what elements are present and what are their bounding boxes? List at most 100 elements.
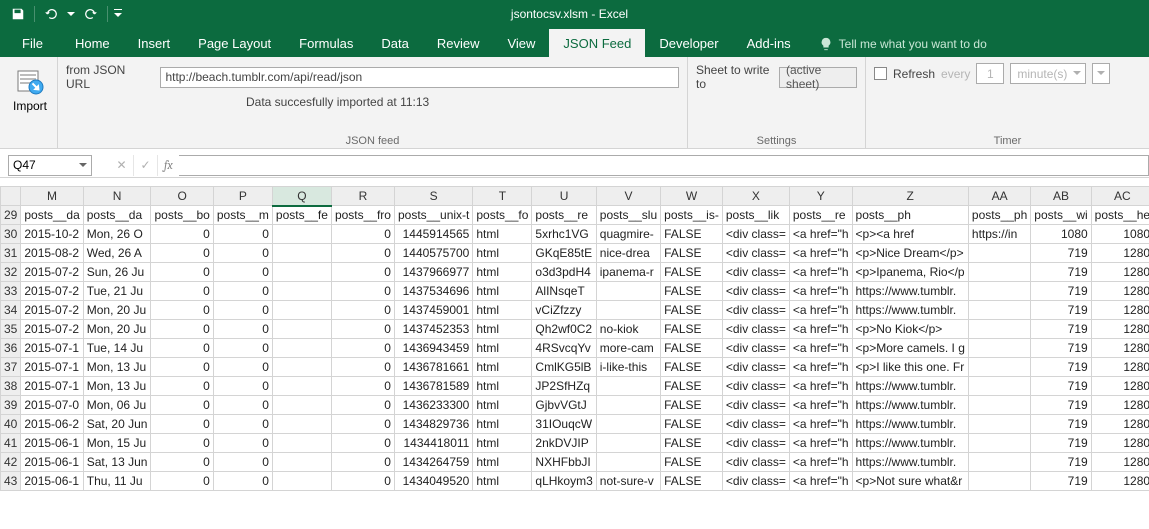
cell[interactable]: posts__lik <box>722 206 789 225</box>
cell[interactable]: posts__fe <box>272 206 331 225</box>
cell[interactable]: <div class= <box>722 339 789 358</box>
cell[interactable]: 1436233300 <box>394 396 472 415</box>
cell[interactable]: 0 <box>331 415 394 434</box>
cell[interactable]: 0 <box>151 358 213 377</box>
row-header-30[interactable]: 30 <box>1 225 21 244</box>
cell[interactable]: <p>I like this one. Fr <box>852 358 968 377</box>
cell[interactable]: Tue, 21 Ju <box>83 282 151 301</box>
cell[interactable]: <div class= <box>722 472 789 491</box>
cell[interactable]: 2nkDVJIP <box>532 434 596 453</box>
tab-add-ins[interactable]: Add-ins <box>733 29 805 57</box>
cell[interactable]: FALSE <box>661 339 723 358</box>
cell[interactable]: 1437452353 <box>394 320 472 339</box>
cell[interactable]: 0 <box>331 244 394 263</box>
cell[interactable]: 1436781589 <box>394 377 472 396</box>
cell[interactable]: 2015-07-2 <box>21 301 83 320</box>
cell[interactable]: <div class= <box>722 434 789 453</box>
cell[interactable] <box>272 282 331 301</box>
cell[interactable] <box>968 282 1030 301</box>
cell[interactable]: <p>Not sure what&r <box>852 472 968 491</box>
col-header-S[interactable]: S <box>394 187 472 206</box>
formula-input[interactable] <box>179 155 1149 176</box>
cell[interactable]: 1437966977 <box>394 263 472 282</box>
cell[interactable]: html <box>473 453 532 472</box>
cell[interactable]: <a href="h <box>789 320 852 339</box>
cell[interactable]: 0 <box>151 282 213 301</box>
cell[interactable]: FALSE <box>661 244 723 263</box>
cell[interactable]: html <box>473 472 532 491</box>
cell[interactable]: 1280 <box>1091 301 1149 320</box>
cell[interactable] <box>968 396 1030 415</box>
cell[interactable]: 719 <box>1031 415 1091 434</box>
refresh-interval-input[interactable] <box>976 63 1004 84</box>
cell[interactable]: 719 <box>1031 396 1091 415</box>
cell[interactable]: FALSE <box>661 434 723 453</box>
cell[interactable] <box>968 339 1030 358</box>
cell[interactable]: posts__m <box>213 206 272 225</box>
tab-view[interactable]: View <box>493 29 549 57</box>
cell[interactable]: <div class= <box>722 244 789 263</box>
cell[interactable]: 0 <box>151 301 213 320</box>
cell[interactable]: FALSE <box>661 282 723 301</box>
cell[interactable]: 0 <box>331 263 394 282</box>
cell[interactable]: ipanema-r <box>596 263 660 282</box>
cell[interactable]: 1280 <box>1091 244 1149 263</box>
cell[interactable]: 0 <box>213 244 272 263</box>
cell[interactable] <box>272 434 331 453</box>
cell[interactable] <box>272 301 331 320</box>
cell[interactable]: posts__re <box>532 206 596 225</box>
cell[interactable]: 0 <box>213 453 272 472</box>
cell[interactable]: <a href="h <box>789 263 852 282</box>
qat-customize-icon[interactable] <box>112 3 124 25</box>
cell[interactable]: FALSE <box>661 358 723 377</box>
cell[interactable]: <a href="h <box>789 339 852 358</box>
cell[interactable]: GKqE85tE <box>532 244 596 263</box>
cell[interactable]: <a href="h <box>789 415 852 434</box>
cell[interactable]: posts__fo <box>473 206 532 225</box>
cell[interactable]: Mon, 13 Ju <box>83 377 151 396</box>
tab-formulas[interactable]: Formulas <box>285 29 367 57</box>
save-icon[interactable] <box>6 3 30 25</box>
cell[interactable]: 0 <box>331 396 394 415</box>
cell[interactable]: html <box>473 320 532 339</box>
col-header-R[interactable]: R <box>331 187 394 206</box>
cell[interactable]: <a href="h <box>789 282 852 301</box>
row-header-35[interactable]: 35 <box>1 320 21 339</box>
cell[interactable]: Mon, 26 O <box>83 225 151 244</box>
cell[interactable]: AlINsqeT <box>532 282 596 301</box>
cell[interactable]: Sat, 20 Jun <box>83 415 151 434</box>
cell[interactable]: 31IOuqcW <box>532 415 596 434</box>
cell[interactable]: 4RSvcqYv <box>532 339 596 358</box>
cell[interactable]: FALSE <box>661 472 723 491</box>
row-header-41[interactable]: 41 <box>1 434 21 453</box>
cell[interactable] <box>596 453 660 472</box>
refresh-unit-select[interactable]: minute(s) <box>1010 63 1086 84</box>
cell[interactable]: 719 <box>1031 301 1091 320</box>
cell[interactable]: 2015-06-1 <box>21 472 83 491</box>
cell[interactable]: FALSE <box>661 320 723 339</box>
cell[interactable]: 1440575700 <box>394 244 472 263</box>
cell[interactable]: <div class= <box>722 415 789 434</box>
cell[interactable]: 2015-07-0 <box>21 396 83 415</box>
cell[interactable]: <p>More camels. I g <box>852 339 968 358</box>
cell[interactable] <box>596 434 660 453</box>
cell[interactable] <box>272 339 331 358</box>
cell[interactable]: 1280 <box>1091 415 1149 434</box>
cell[interactable]: no-kiok <box>596 320 660 339</box>
cell[interactable] <box>596 377 660 396</box>
cell[interactable]: posts__re <box>789 206 852 225</box>
undo-icon[interactable] <box>39 3 63 25</box>
cell[interactable] <box>272 244 331 263</box>
cell[interactable] <box>272 472 331 491</box>
cell[interactable]: 719 <box>1031 320 1091 339</box>
cell[interactable] <box>968 377 1030 396</box>
active-sheet-selector[interactable]: (active sheet) <box>779 67 857 88</box>
cell[interactable]: 2015-07-1 <box>21 358 83 377</box>
cell[interactable]: html <box>473 282 532 301</box>
cell[interactable]: <a href="h <box>789 225 852 244</box>
cell[interactable]: FALSE <box>661 415 723 434</box>
cell[interactable]: 1436943459 <box>394 339 472 358</box>
cell[interactable]: 0 <box>331 320 394 339</box>
cell[interactable]: Sat, 13 Jun <box>83 453 151 472</box>
cell[interactable]: 1280 <box>1091 320 1149 339</box>
